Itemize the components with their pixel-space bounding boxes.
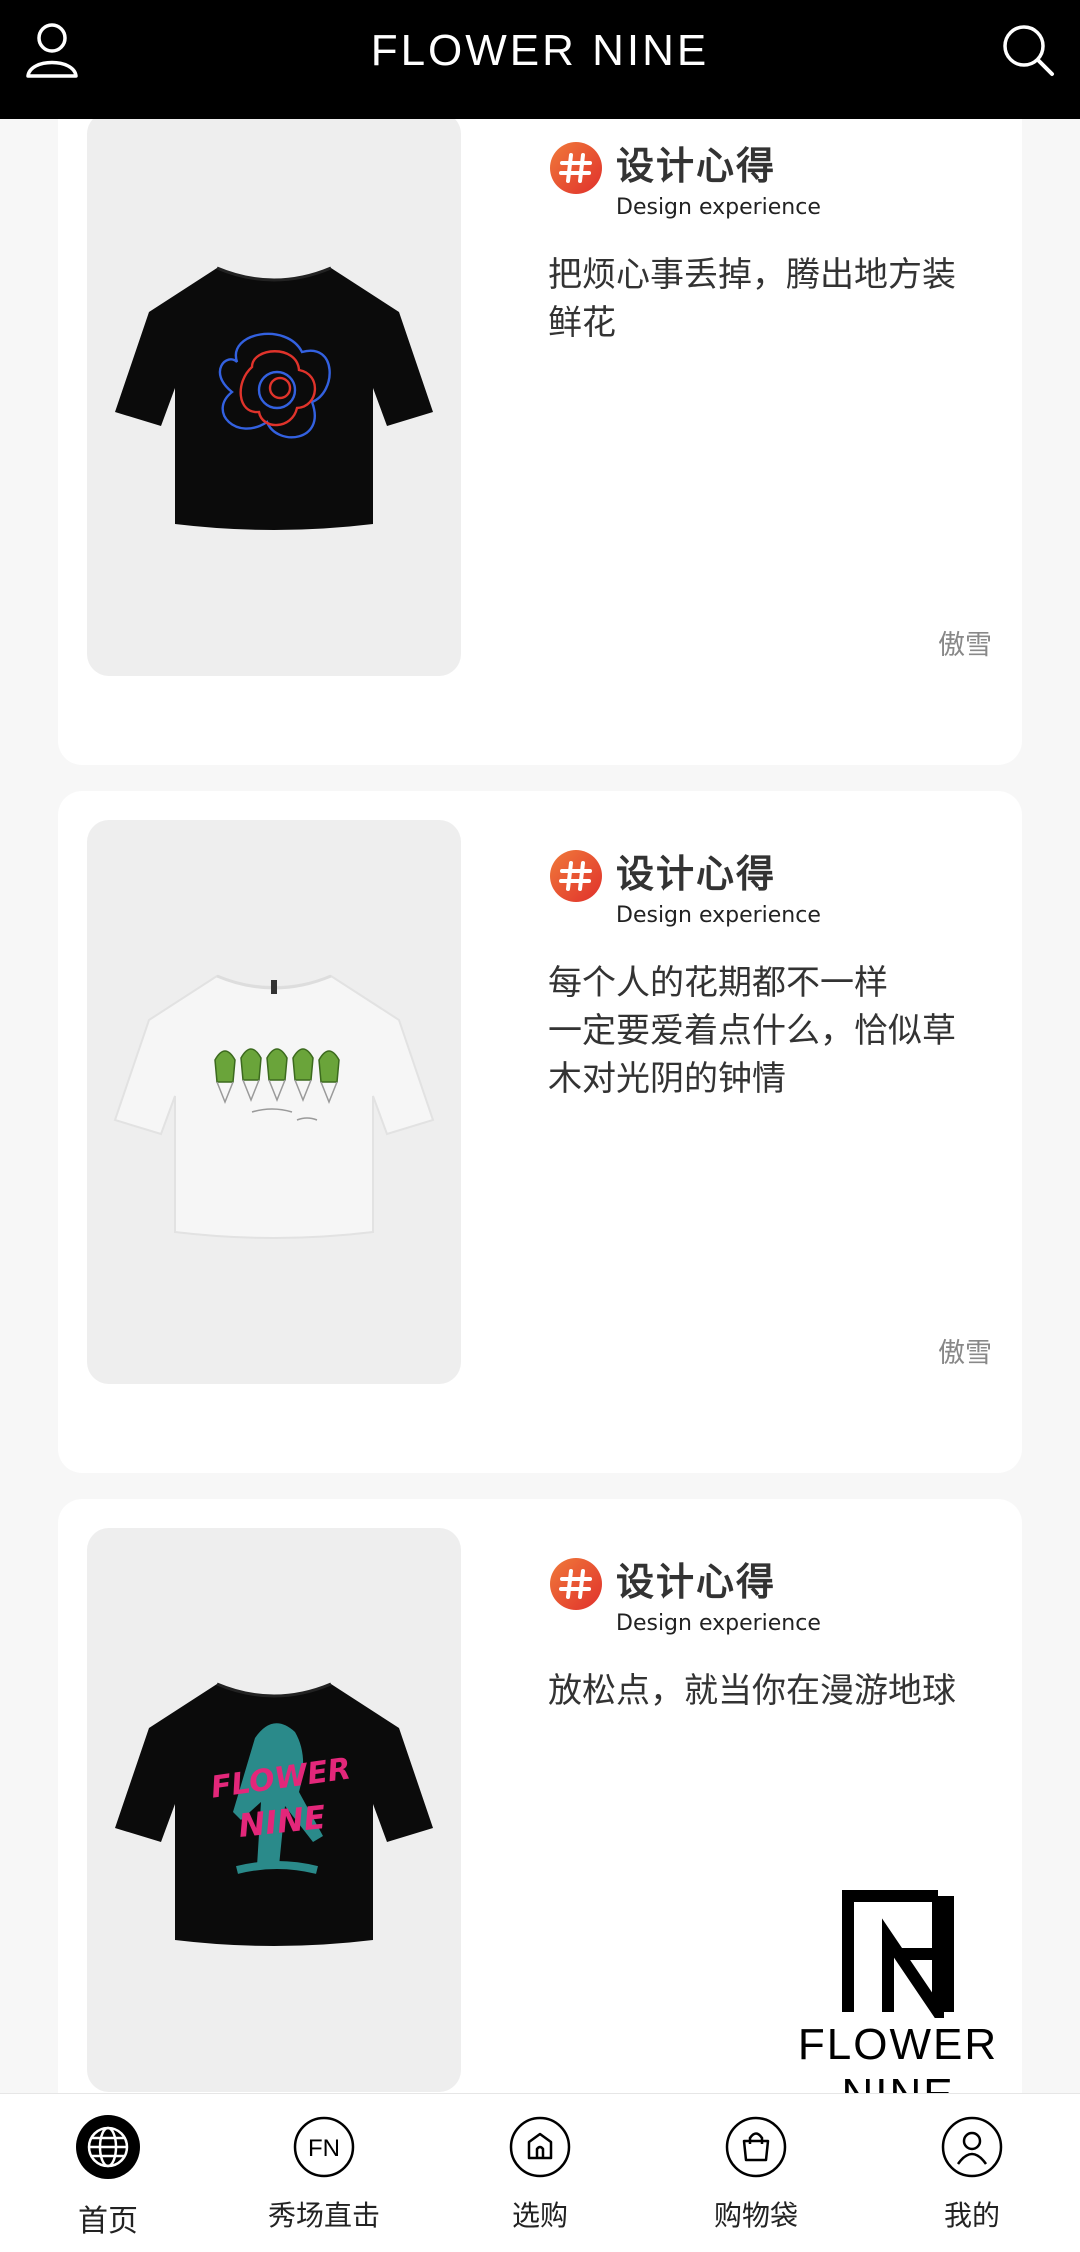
tag-subtitle: Design experience [616,1611,821,1636]
tab-bag[interactable]: 购物袋 [648,2094,864,2252]
hashtag-icon [549,141,603,195]
author-name: 傲雪 [938,630,992,661]
tab-label: 购物袋 [713,2199,798,2232]
tag-title: 设计心得 [616,144,777,188]
shop-icon [507,2114,573,2180]
tab-profile[interactable]: 我的 [864,2094,1080,2252]
globe-icon [75,2114,141,2180]
search-icon[interactable] [1000,22,1056,78]
tag-title: 设计心得 [616,852,777,896]
bag-icon [723,2114,789,2180]
design-feed: 设计心得 Design experience 把烦心事丢掉，腾出地方装鲜花 傲雪 [0,119,1080,2093]
design-description: 每个人的花期都不一样 一定要爱着点什么，恰似草木对光阴的钟情 [548,963,956,1099]
tag-subtitle: Design experience [616,195,821,220]
tab-show[interactable]: FN 秀场直击 [216,2094,432,2252]
hashtag-icon [549,849,603,903]
svg-text:FN: FN [308,2135,340,2162]
product-image[interactable] [87,119,461,676]
author-name: 傲雪 [938,1338,992,1369]
tab-label: 首页 [78,2204,138,2239]
tab-label: 选购 [511,2199,568,2232]
fn-monogram-icon [842,1890,954,2032]
tag-subtitle: Design experience [616,903,821,928]
top-navigation-bar: FLOWER NINE [0,0,1080,119]
tab-home[interactable]: 首页 [0,2094,216,2252]
design-card[interactable]: 设计心得 Design experience 把烦心事丢掉，腾出地方装鲜花 傲雪 [58,119,1022,765]
tab-label: 秀场直击 [267,2199,380,2232]
product-image[interactable]: FLOWER NINE [87,1528,461,2092]
design-card[interactable]: 设计心得 Design experience 每个人的花期都不一样 一定要爱着点… [58,791,1022,1473]
tab-shop[interactable]: 选购 [432,2094,648,2252]
design-description: 放松点，就当你在漫游地球 [548,1671,956,1711]
tab-label: 我的 [943,2199,1000,2232]
bottom-tab-bar: 首页 FN 秀场直击 选购 购物袋 我的 [0,2093,1080,2252]
hashtag-icon [549,1557,603,1611]
product-image[interactable] [87,820,461,1384]
fn-badge-icon: FN [291,2114,357,2180]
brand-logo-watermark: FLOWER NINE [738,1888,1058,2119]
design-description: 把烦心事丢掉，腾出地方装鲜花 [548,255,956,343]
brand-title: FLOWER NINE [370,26,710,75]
profile-icon [939,2114,1005,2180]
tag-title: 设计心得 [616,1560,777,1604]
